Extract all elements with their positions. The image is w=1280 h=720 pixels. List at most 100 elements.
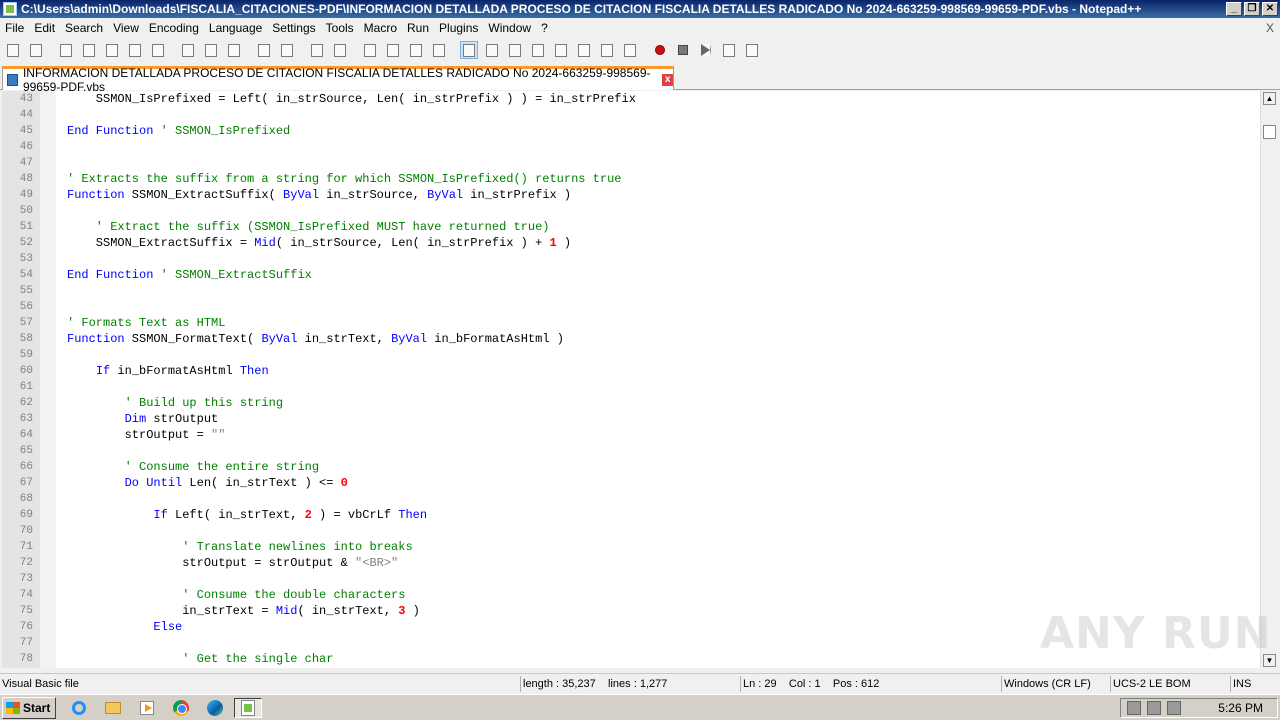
tab-close-icon[interactable]: x xyxy=(662,73,673,86)
find-icon[interactable] xyxy=(308,41,326,59)
run-macro-multiple-icon[interactable] xyxy=(720,41,738,59)
start-button[interactable]: Start xyxy=(2,697,56,719)
code-line[interactable]: 46 xyxy=(2,139,1260,155)
code-line[interactable]: 49 Function SSMON_ExtractSuffix( ByVal in… xyxy=(2,187,1260,203)
open-file-icon[interactable] xyxy=(27,41,45,59)
vertical-scrollbar[interactable]: ▲ ▼ xyxy=(1260,91,1277,668)
cut-icon[interactable] xyxy=(179,41,197,59)
close-all-icon[interactable] xyxy=(126,41,144,59)
function-list-icon[interactable] xyxy=(575,41,593,59)
code-line[interactable]: 56 xyxy=(2,299,1260,315)
menu-file[interactable]: File xyxy=(0,18,29,38)
network-icon[interactable] xyxy=(1147,701,1161,715)
code-line[interactable]: 68 xyxy=(2,491,1260,507)
sync-vertical-icon[interactable] xyxy=(407,41,425,59)
code-line[interactable]: 62 ' Build up this string xyxy=(2,395,1260,411)
menu-search[interactable]: Search xyxy=(60,18,108,38)
code-line[interactable]: 63 Dim strOutput xyxy=(2,411,1260,427)
code-line[interactable]: 53 xyxy=(2,251,1260,267)
code-line[interactable]: 66 ' Consume the entire string xyxy=(2,459,1260,475)
save-icon[interactable] xyxy=(57,41,75,59)
code-line[interactable]: 61 xyxy=(2,379,1260,395)
clock[interactable]: 5:26 PM xyxy=(1218,701,1263,715)
copy-icon[interactable] xyxy=(202,41,220,59)
edge-icon[interactable] xyxy=(204,698,226,718)
menu-close-button[interactable]: X xyxy=(1266,18,1274,38)
save-all-icon[interactable] xyxy=(80,41,98,59)
menu-settings[interactable]: Settings xyxy=(267,18,320,38)
code-line[interactable]: 44 xyxy=(2,107,1260,123)
save-macro-icon[interactable] xyxy=(743,41,761,59)
code-line[interactable]: 72 strOutput = strOutput & "<BR>" xyxy=(2,555,1260,571)
code-line[interactable]: 74 ' Consume the double characters xyxy=(2,587,1260,603)
code-line[interactable]: 57 ' Formats Text as HTML xyxy=(2,315,1260,331)
code-line[interactable]: 45 End Function ' SSMON_IsPrefixed xyxy=(2,123,1260,139)
close-button[interactable]: ✕ xyxy=(1262,2,1278,16)
stop-recording-icon[interactable] xyxy=(674,41,692,59)
show-all-chars-icon[interactable] xyxy=(483,41,501,59)
code-line[interactable]: 51 ' Extract the suffix (SSMON_IsPrefixe… xyxy=(2,219,1260,235)
chrome-icon[interactable] xyxy=(170,698,192,718)
minimize-button[interactable]: _ xyxy=(1226,2,1242,16)
code-line[interactable]: 47 xyxy=(2,155,1260,171)
code-line[interactable]: 58 Function SSMON_FormatText( ByVal in_st… xyxy=(2,331,1260,347)
code-editor[interactable]: 43 SSMON_IsPrefixed = Left( in_strSource… xyxy=(2,91,1260,668)
status-eol[interactable]: Windows (CR LF) xyxy=(1001,676,1091,692)
menu-edit[interactable]: Edit xyxy=(29,18,60,38)
media-player-icon[interactable] xyxy=(136,698,158,718)
word-wrap-icon[interactable] xyxy=(460,41,478,59)
scroll-up-icon[interactable]: ▲ xyxy=(1263,92,1276,105)
document-tab[interactable]: INFORMACION DETALLADA PROCESO DE CITACIO… xyxy=(2,66,674,94)
action-center-flag-icon[interactable] xyxy=(1167,701,1181,715)
replace-icon[interactable] xyxy=(331,41,349,59)
notepad-plus-plus-task-icon[interactable] xyxy=(234,698,262,718)
code-line[interactable]: 65 xyxy=(2,443,1260,459)
menu-run[interactable]: Run xyxy=(402,18,434,38)
code-line[interactable]: 43 SSMON_IsPrefixed = Left( in_strSource… xyxy=(2,91,1260,107)
menu-tools[interactable]: Tools xyxy=(321,18,359,38)
scroll-thumb[interactable] xyxy=(1263,125,1276,139)
zoom-in-icon[interactable] xyxy=(361,41,379,59)
menu-plugins[interactable]: Plugins xyxy=(434,18,483,38)
volume-icon[interactable] xyxy=(1127,701,1141,715)
menu-help[interactable]: ? xyxy=(536,18,553,38)
doc-map-icon[interactable] xyxy=(552,41,570,59)
menu-window[interactable]: Window xyxy=(483,18,536,38)
menu-view[interactable]: View xyxy=(108,18,144,38)
file-explorer-icon[interactable] xyxy=(102,698,124,718)
code-line[interactable]: 73 xyxy=(2,571,1260,587)
code-line[interactable]: 54 End Function ' SSMON_ExtractSuffix xyxy=(2,267,1260,283)
indent-guide-icon[interactable] xyxy=(506,41,524,59)
print-icon[interactable] xyxy=(149,41,167,59)
playback-macro-icon[interactable] xyxy=(697,41,715,59)
menu-macro[interactable]: Macro xyxy=(359,18,402,38)
zoom-out-icon[interactable] xyxy=(384,41,402,59)
menu-encoding[interactable]: Encoding xyxy=(144,18,204,38)
language-icon[interactable] xyxy=(529,41,547,59)
undo-icon[interactable] xyxy=(255,41,273,59)
menu-language[interactable]: Language xyxy=(204,18,267,38)
status-encoding[interactable]: UCS-2 LE BOM xyxy=(1110,676,1191,692)
code-line[interactable]: 55 xyxy=(2,283,1260,299)
new-file-icon[interactable] xyxy=(4,41,22,59)
code-line[interactable]: 50 xyxy=(2,203,1260,219)
paste-icon[interactable] xyxy=(225,41,243,59)
code-line[interactable]: 48 ' Extracts the suffix from a string fo… xyxy=(2,171,1260,187)
monitoring-icon[interactable] xyxy=(621,41,639,59)
internet-explorer-icon[interactable] xyxy=(68,698,90,718)
record-macro-icon[interactable] xyxy=(651,41,669,59)
restore-button[interactable]: ❐ xyxy=(1244,2,1260,16)
code-line[interactable]: 67 Do Until Len( in_strText ) <= 0 xyxy=(2,475,1260,491)
code-line[interactable]: 71 ' Translate newlines into breaks xyxy=(2,539,1260,555)
code-line[interactable]: 64 strOutput = "" xyxy=(2,427,1260,443)
code-line[interactable]: 69 If Left( in_strText, 2 ) = vbCrLf The… xyxy=(2,507,1260,523)
code-line[interactable]: 60 If in_bFormatAsHtml Then xyxy=(2,363,1260,379)
code-line[interactable]: 70 xyxy=(2,523,1260,539)
code-line[interactable]: 52 SSMON_ExtractSuffix = Mid( in_strSour… xyxy=(2,235,1260,251)
notepad-plus-plus-icon[interactable] xyxy=(3,2,17,16)
folder-workspace-icon[interactable] xyxy=(598,41,616,59)
close-icon[interactable] xyxy=(103,41,121,59)
redo-icon[interactable] xyxy=(278,41,296,59)
sync-horizontal-icon[interactable] xyxy=(430,41,448,59)
code-line[interactable]: 59 xyxy=(2,347,1260,363)
